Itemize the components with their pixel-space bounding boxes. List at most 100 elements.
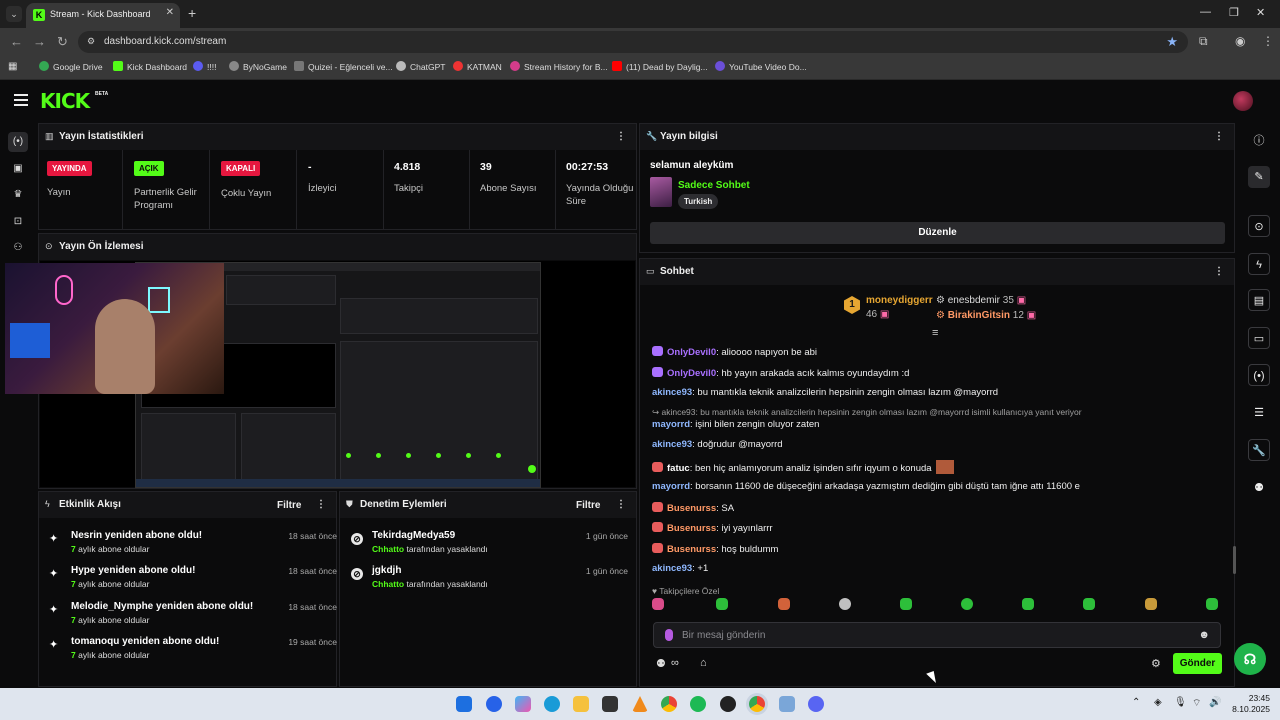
more-options-icon[interactable]: ⋮: [1214, 266, 1224, 277]
emote-icon[interactable]: [652, 598, 664, 610]
settings-app-icon[interactable]: [779, 696, 795, 712]
file-explorer-icon[interactable]: [573, 696, 589, 712]
bookmark-exclamation[interactable]: !!!!: [193, 61, 216, 72]
spotify-icon[interactable]: [690, 696, 706, 712]
stream-broadcast-icon[interactable]: (•): [8, 132, 28, 152]
moderated-user[interactable]: jgkdjh: [372, 565, 401, 576]
forward-icon[interactable]: →: [33, 34, 46, 50]
chrome-active-icon[interactable]: [749, 696, 765, 712]
bookmark-chatgpt[interactable]: ChatGPT: [396, 61, 445, 72]
support-headset-icon[interactable]: ☊: [1234, 643, 1266, 675]
system-clock[interactable]: 23:45 8.10.2025: [1226, 693, 1270, 715]
store-icon[interactable]: ⌂: [700, 657, 707, 669]
moderated-user[interactable]: TekirdagMedya59: [372, 530, 455, 541]
panel-title: Sohbet: [660, 266, 694, 277]
leader-name[interactable]: moneydiggerr: [866, 295, 933, 306]
chrome-icon[interactable]: [661, 696, 677, 712]
category-name[interactable]: Sadece Sohbet: [678, 180, 750, 191]
users-icon[interactable]: ⚉: [656, 657, 666, 670]
bookmark-quizei[interactable]: Quizei - Eğlenceli ve...: [294, 61, 393, 72]
live-badge: YAYINDA: [47, 161, 92, 176]
store-app-icon[interactable]: [602, 696, 618, 712]
tray-chevron-icon[interactable]: ⌃: [1132, 697, 1140, 708]
avatar[interactable]: [1233, 91, 1253, 111]
emote-icon[interactable]: [1022, 598, 1034, 610]
edit-button[interactable]: Düzenle: [650, 222, 1225, 244]
bookmark-dead-by-daylight[interactable]: (11) Dead by Daylig...: [612, 61, 708, 72]
chat-input-box[interactable]: ☻: [653, 622, 1221, 648]
bookmark-stream-history[interactable]: Stream History for B...: [510, 61, 608, 72]
settings-gear-icon[interactable]: ⚙: [1151, 657, 1161, 670]
volume-icon[interactable]: 🔊: [1209, 697, 1221, 708]
filter-button[interactable]: Filtre: [277, 500, 301, 511]
browser-menu-icon[interactable]: ⋮: [1262, 34, 1274, 48]
bookmark-star-icon[interactable]: ★: [1166, 34, 1178, 50]
chat-message-input[interactable]: [682, 628, 1182, 642]
more-options-icon[interactable]: ⋮: [316, 499, 326, 510]
start-icon[interactable]: [456, 696, 472, 712]
more-options-icon[interactable]: ⋮: [616, 131, 626, 142]
emote-icon[interactable]: [1206, 598, 1218, 610]
filter-button[interactable]: Filtre: [576, 500, 600, 511]
emote-icon[interactable]: [1145, 598, 1157, 610]
emote-icon[interactable]: [778, 598, 790, 610]
obs-icon[interactable]: [720, 696, 736, 712]
emote-icon[interactable]: [900, 598, 912, 610]
app-icon[interactable]: [486, 696, 502, 712]
chat-bubble-icon[interactable]: ▭: [1248, 327, 1270, 349]
trophy-icon[interactable]: ♛: [8, 185, 28, 205]
tab-close-icon[interactable]: ✕: [166, 7, 174, 18]
collapse-icon[interactable]: ≡: [932, 327, 938, 339]
emote-icon[interactable]: [716, 598, 728, 610]
users-icon[interactable]: ⚉: [1248, 477, 1270, 499]
wrench-icon[interactable]: 🔧: [1248, 439, 1270, 461]
tab-search-icon[interactable]: ⌄: [6, 6, 22, 22]
layers-icon[interactable]: ☰: [1248, 402, 1270, 424]
moderation-icon[interactable]: ⊡: [8, 212, 28, 232]
minimize-icon[interactable]: —: [1200, 6, 1211, 18]
emoji-icon[interactable]: ☻: [1198, 629, 1210, 641]
emote-icon[interactable]: [961, 598, 973, 610]
vlc-icon[interactable]: [632, 696, 648, 712]
address-bar[interactable]: ⚙ dashboard.kick.com/stream ★: [78, 31, 1188, 53]
chat-scrollbar[interactable]: [1233, 546, 1236, 574]
site-info-icon[interactable]: ⚙: [87, 36, 95, 47]
microphone-icon[interactable]: 🎙: [1174, 697, 1187, 708]
tray-app-icon[interactable]: ◈: [1154, 697, 1162, 708]
more-options-icon[interactable]: ⋮: [616, 499, 626, 510]
bookmark-youtube-video[interactable]: YouTube Video Do...: [715, 61, 807, 72]
emote-icon[interactable]: [839, 598, 851, 610]
info-icon[interactable]: ⓘ: [1248, 130, 1270, 152]
apps-grid-icon[interactable]: ▦: [8, 61, 17, 72]
kick-logo[interactable]: KICK: [40, 89, 90, 113]
emote-icon[interactable]: [1083, 598, 1095, 610]
broadcast-icon[interactable]: (•): [1248, 364, 1270, 386]
close-window-icon[interactable]: ✕: [1256, 6, 1265, 19]
discord-icon[interactable]: [808, 696, 824, 712]
reload-icon[interactable]: ↻: [57, 34, 68, 50]
bookmark-katman[interactable]: KATMAN: [453, 61, 502, 72]
copilot-icon[interactable]: [515, 696, 531, 712]
send-button[interactable]: Gönder: [1173, 653, 1222, 674]
camera-icon[interactable]: ⊙: [1248, 215, 1270, 237]
bookmark-bynogame[interactable]: ByNoGame: [229, 61, 287, 72]
extensions-icon[interactable]: ⧉: [1199, 34, 1208, 49]
analytics-icon[interactable]: ▣: [8, 159, 28, 179]
hamburger-menu-icon[interactable]: [14, 94, 28, 109]
microphone-icon[interactable]: [665, 629, 673, 641]
bookmark-kick-dashboard[interactable]: Kick Dashboard: [113, 61, 187, 72]
profile-icon[interactable]: ◉: [1235, 34, 1245, 48]
back-icon[interactable]: ←: [10, 34, 23, 50]
bookmark-google-drive[interactable]: Google Drive: [39, 61, 103, 72]
wifi-icon[interactable]: ⌔: [1192, 697, 1201, 710]
community-icon[interactable]: ⚇: [8, 238, 28, 258]
new-tab-icon[interactable]: +: [188, 6, 196, 20]
edit-pencil-icon[interactable]: ✎: [1248, 166, 1270, 188]
maximize-icon[interactable]: ❐: [1229, 6, 1239, 19]
browser-tab[interactable]: K Stream - Kick Dashboard ✕: [26, 3, 180, 28]
more-options-icon[interactable]: ⋮: [1214, 131, 1224, 142]
lightning-icon[interactable]: ϟ: [1248, 253, 1270, 275]
infinity-icon[interactable]: ∞: [671, 657, 679, 669]
edge-icon[interactable]: [544, 696, 560, 712]
clipboard-icon[interactable]: ▤: [1248, 289, 1270, 311]
